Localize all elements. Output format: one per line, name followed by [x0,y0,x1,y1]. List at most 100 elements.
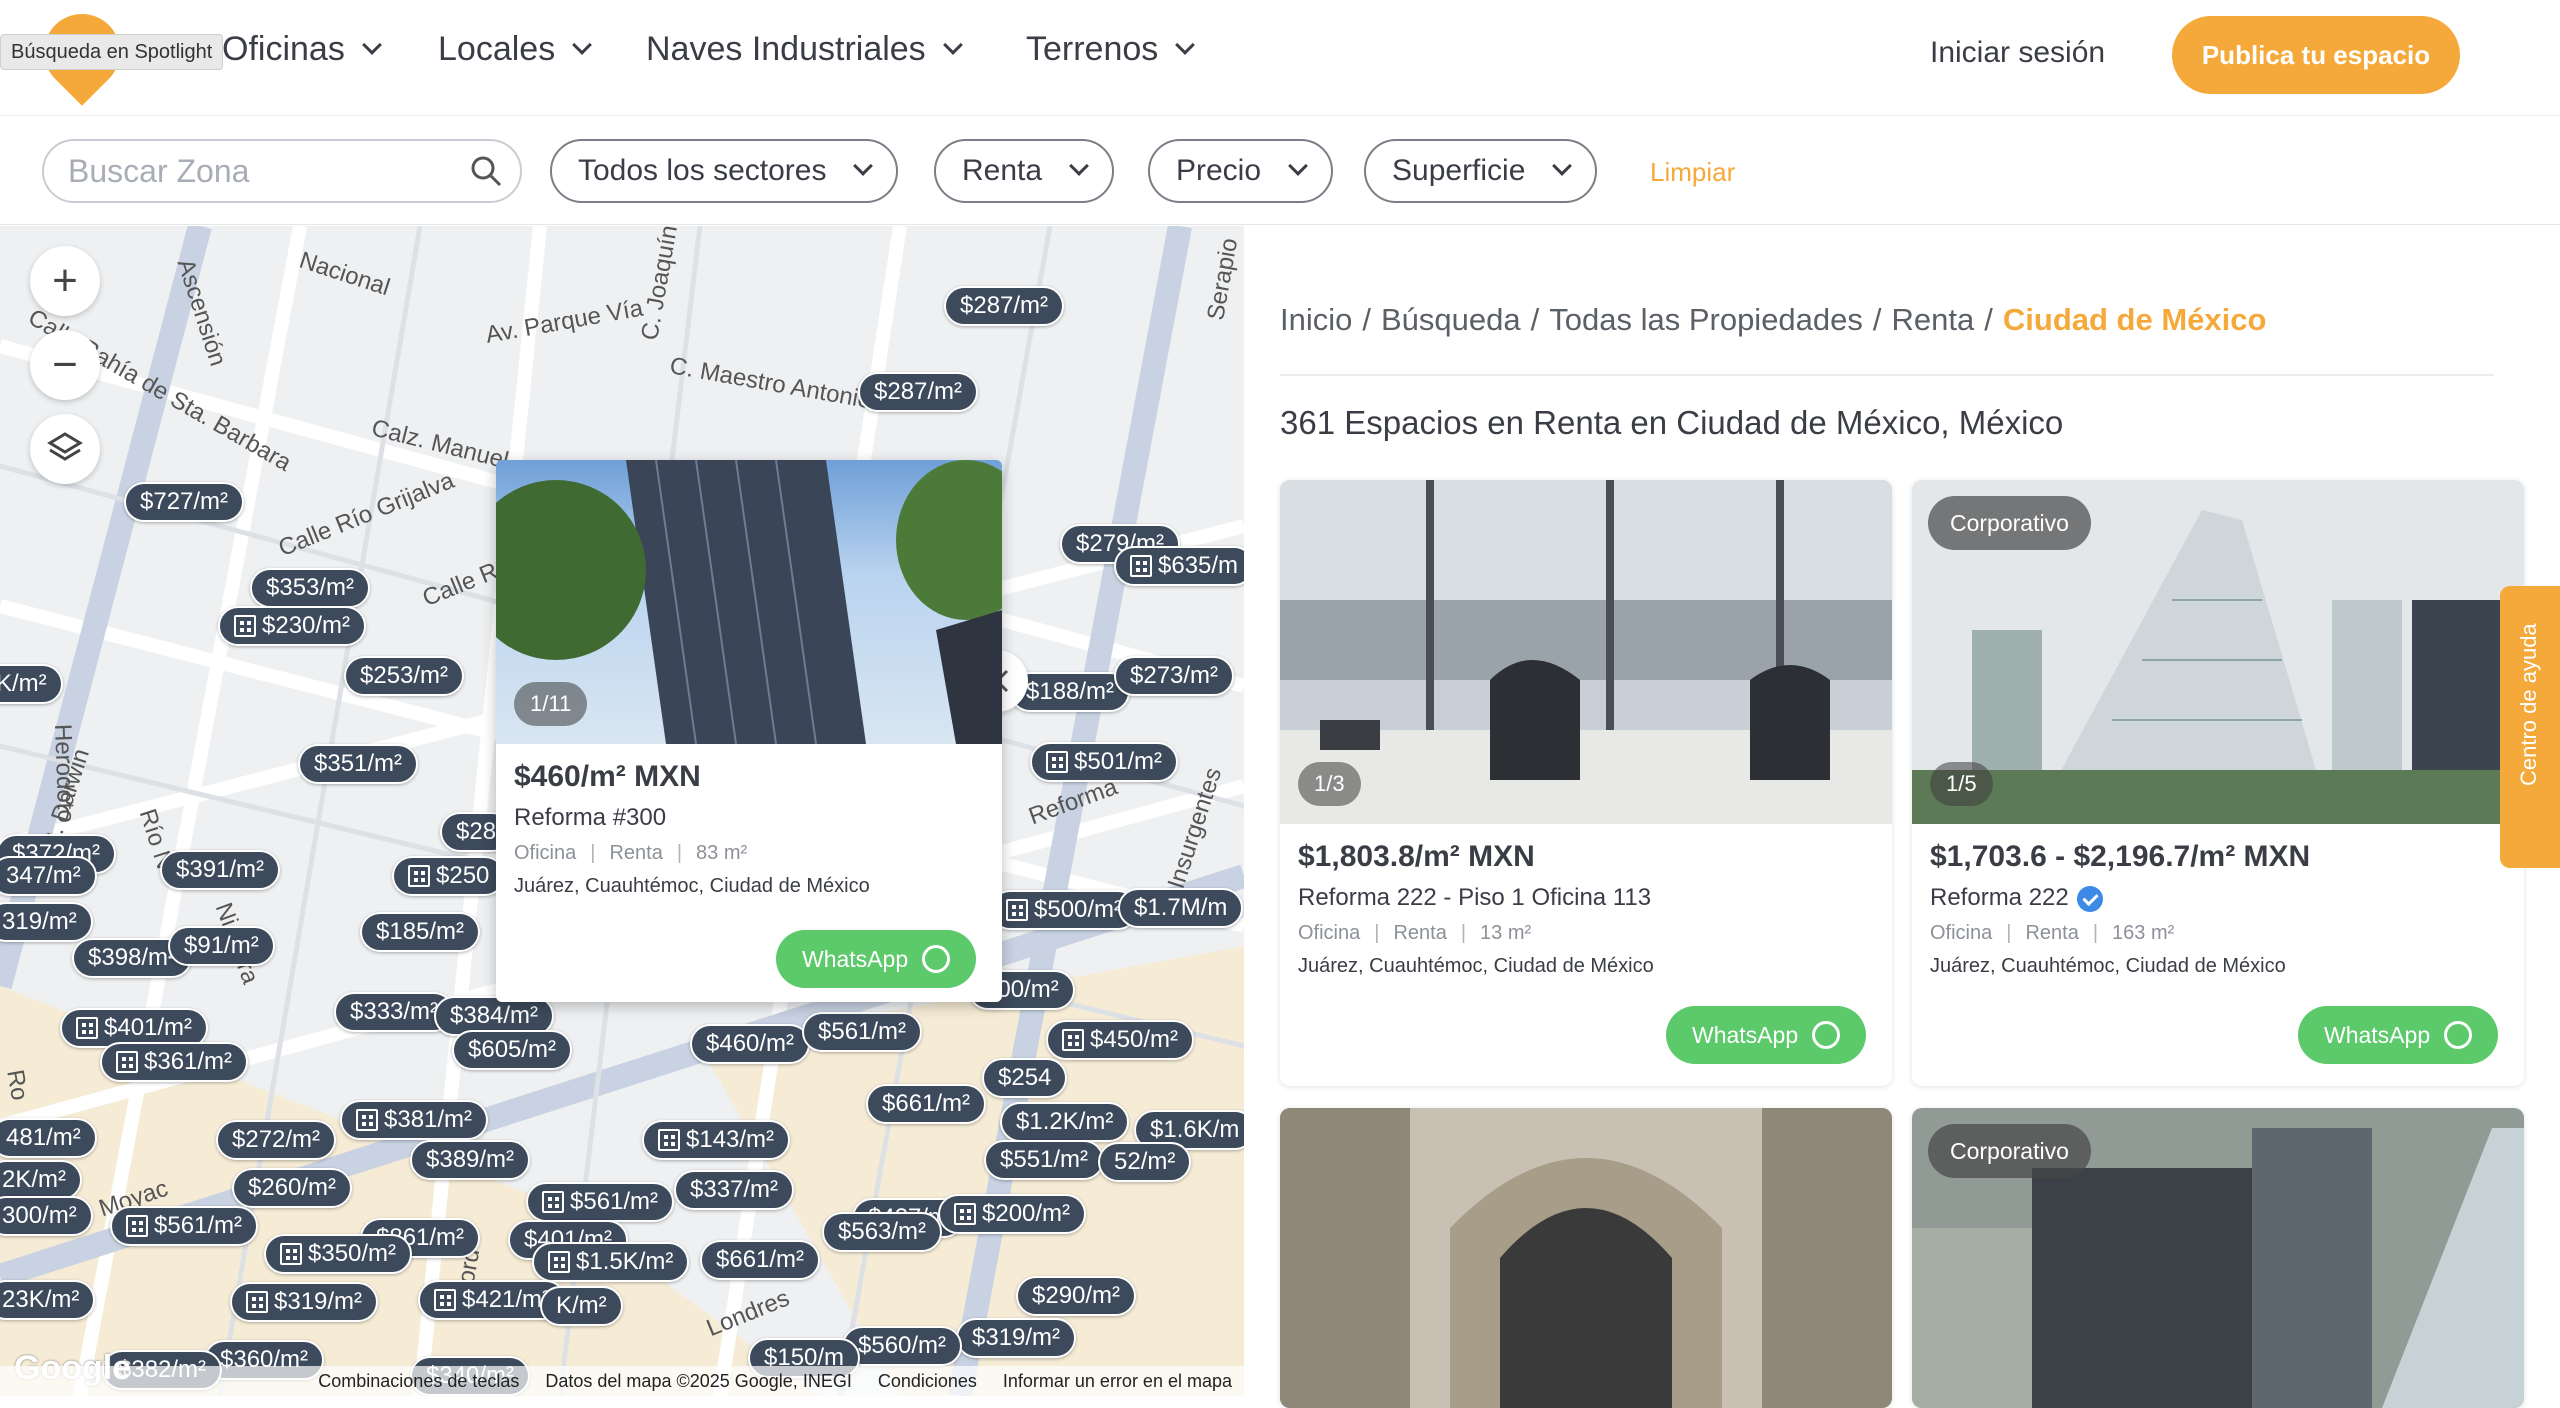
price-pin[interactable]: $350/m² [264,1234,413,1274]
meta-separator: | [590,842,596,864]
breadcrumb-item[interactable]: Búsqueda [1381,302,1521,338]
price-pin[interactable]: $185/m² [360,912,481,952]
card-area: 13 m² [1480,922,1532,944]
price-pin[interactable]: $563/m² [822,1212,943,1252]
map-report-error-link[interactable]: Informar un error en el mapa [1003,1371,1232,1392]
price-pin[interactable]: $389/m² [410,1140,531,1180]
price-pin[interactable]: $381/m² [340,1100,489,1140]
price-pin[interactable]: 2K/m² [0,1160,83,1200]
price-pin[interactable]: $254 [982,1058,1068,1098]
price-pin[interactable]: $1.7M/m [1118,888,1244,928]
price-pin[interactable]: $661/m² [866,1084,987,1124]
surface-dropdown[interactable]: Superficie [1364,139,1598,203]
price-pin[interactable]: $1.5K/m² [532,1242,690,1282]
price-pin[interactable]: 347/m² [0,856,97,896]
property-photo[interactable]: Corporativo [1912,1108,2524,1408]
building-icon [1006,899,1028,921]
price-pin[interactable]: $500/m² [990,890,1139,930]
property-card[interactable]: Corporativo 1/5 $1,703.6 - $2,196.7/m² M… [1912,480,2524,1086]
price-dropdown[interactable]: Precio [1148,139,1334,203]
clear-filters-link[interactable]: Limpiar [1650,157,1735,188]
property-photo[interactable]: 1/11 [496,460,1002,744]
card-name-row[interactable]: Reforma 222 [1930,884,2510,912]
zone-search[interactable] [42,139,522,203]
price-pin[interactable]: 52/m² [1098,1142,1192,1182]
price-pin[interactable]: $272/m² [216,1120,337,1160]
breadcrumb-item[interactable]: Renta [1892,302,1975,338]
price-pin[interactable]: $253/m² [344,656,465,696]
price-pin[interactable]: $661/m² [700,1240,821,1280]
price-pin[interactable]: $287/m² [944,286,1065,326]
nav-naves-industriales[interactable]: Naves Industriales [646,30,963,69]
price-pin[interactable]: $501/m² [1030,742,1179,782]
price-pin[interactable]: 319/m² [0,902,93,942]
price-pin[interactable]: $561/m² [526,1182,675,1222]
price-pin[interactable]: 23K/m² [0,1280,96,1320]
publish-space-button[interactable]: Publica tu espacio [2172,16,2460,94]
card-name[interactable]: Reforma 222 - Piso 1 Oficina 113 [1298,884,1878,912]
price-pin[interactable]: $319/m² [230,1282,379,1322]
price-pin[interactable]: $551/m² [984,1140,1105,1180]
price-pin[interactable]: $460/m² [690,1024,811,1064]
operation-dropdown[interactable]: Renta [934,139,1115,203]
breadcrumb-item[interactable]: Todas las Propiedades [1549,302,1863,338]
price-pin[interactable]: $635/m [1114,546,1244,586]
nav-terrenos[interactable]: Terrenos [1026,30,1196,69]
price-pin[interactable]: $450/m² [1046,1020,1195,1060]
map-property-popup[interactable]: 1/11 $460/m² MXN Reforma #300 Oficina | R… [496,460,1002,1002]
pin-label: $727/m² [140,488,229,515]
help-center-tab[interactable]: Centro de ayuda [2500,586,2560,868]
price-pin[interactable]: $290/m² [1016,1276,1137,1316]
whatsapp-button[interactable]: WhatsApp [2298,1006,2499,1064]
card-address: Juárez, Cuauhtémoc, Ciudad de México [1930,955,2286,977]
map-terms-link[interactable]: Condiciones [878,1371,977,1392]
nav-locales[interactable]: Locales [438,30,593,69]
price-pin[interactable]: $250 [392,856,506,896]
price-pin[interactable]: $560/m² [842,1326,963,1366]
popup-name[interactable]: Reforma #300 [514,804,870,832]
property-card[interactable]: Corporativo [1912,1108,2524,1408]
property-photo[interactable]: Corporativo 1/5 [1912,480,2524,824]
whatsapp-button[interactable]: WhatsApp [776,930,977,988]
price-pin[interactable]: K/m² [0,664,63,704]
card-price: $1,803.8/m² MXN [1298,840,1535,873]
nav-oficinas[interactable]: Oficinas [222,30,382,69]
price-pin[interactable]: $351/m² [298,744,419,784]
price-pin[interactable]: $361/m² [100,1042,249,1082]
price-pin[interactable]: $287/m² [858,372,979,412]
zoom-in-button[interactable]: + [30,246,100,316]
price-pin[interactable]: $188/m² [1010,672,1131,712]
property-card[interactable]: 1/3 $1,803.8/m² MXN Reforma 222 - Piso 1… [1280,480,1892,1086]
price-pin[interactable]: $727/m² [124,482,245,522]
property-card[interactable] [1280,1108,1892,1408]
search-icon[interactable] [470,155,502,187]
price-pin[interactable]: $230/m² [218,606,367,646]
price-pin[interactable]: $391/m² [160,850,281,890]
price-pin[interactable]: 481/m² [0,1118,97,1158]
property-photo[interactable]: 1/3 [1280,480,1892,824]
price-pin[interactable]: $353/m² [250,568,371,608]
zone-search-input[interactable] [68,152,448,190]
breadcrumb-item[interactable]: Inicio [1280,302,1352,338]
property-photo[interactable] [1280,1108,1892,1408]
price-pin[interactable]: $143/m² [642,1120,791,1160]
price-pin[interactable]: K/m² [540,1286,623,1326]
price-pin[interactable]: $273/m² [1114,656,1235,696]
price-pin[interactable]: $200/m² [938,1194,1087,1234]
price-pin[interactable]: $605/m² [452,1030,573,1070]
map-keyboard-shortcuts[interactable]: Combinaciones de teclas [318,1371,519,1392]
price-pin[interactable]: $319/m² [956,1318,1077,1358]
price-pin[interactable]: 300/m² [0,1196,93,1236]
price-pin[interactable]: $337/m² [674,1170,795,1210]
price-pin[interactable]: $561/m² [110,1206,259,1246]
price-pin[interactable]: $561/m² [802,1012,923,1052]
layers-button[interactable] [30,414,100,484]
login-link[interactable]: Iniciar sesión [1930,36,2105,70]
sector-dropdown[interactable]: Todos los sectores [550,139,899,203]
price-pin[interactable]: $1.2K/m² [1000,1102,1130,1142]
pin-label: $551/m² [1000,1146,1089,1173]
whatsapp-button[interactable]: WhatsApp [1666,1006,1867,1064]
price-pin[interactable]: $91/m² [168,926,275,966]
price-pin[interactable]: $260/m² [232,1168,353,1208]
zoom-out-button[interactable]: − [30,330,100,400]
